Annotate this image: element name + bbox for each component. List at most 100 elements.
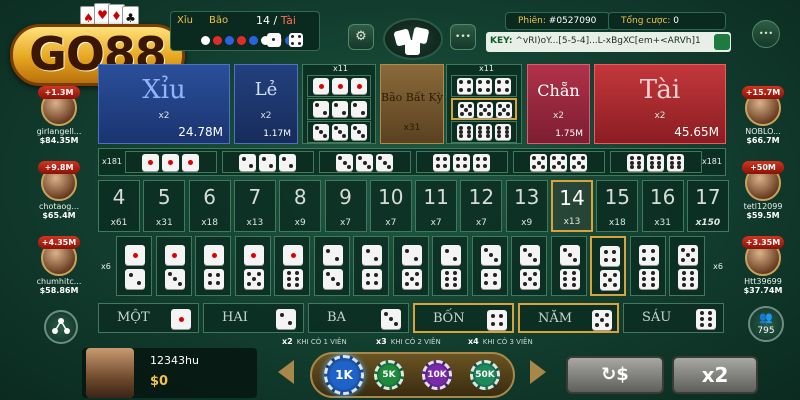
die-face-2 [332,101,348,117]
copy-key-icon[interactable] [714,34,730,50]
bet-specific-triple-6[interactable] [610,151,702,173]
user-avatar[interactable] [86,348,134,398]
bet-triple-4[interactable] [451,75,517,97]
bet-sum-10[interactable]: 10 x7 [369,180,412,232]
bet-single-label: BA [327,310,346,325]
bet-le[interactable]: Lẻ x2 1.17M [234,64,298,144]
die-face-4 [457,78,473,94]
bet-pair-2-5[interactable] [392,236,429,296]
chip-prev-arrow-icon[interactable] [278,360,294,384]
bet-sum-4[interactable]: 4 x61 [98,180,140,232]
bet-specific-triple-2[interactable] [222,151,314,173]
history-panel[interactable]: Xỉu Bão 14 / Tài [170,11,320,51]
chip-10K[interactable]: 10K [422,360,452,390]
bet-triple-1[interactable] [307,75,371,97]
bet-chan[interactable]: Chẵn x2 1.75M [527,64,590,144]
bet-sum-17[interactable]: 17 x150 [686,180,729,232]
bet-le-name: Lẻ [254,79,278,100]
bet-pair-1-6[interactable] [274,236,310,296]
chip-next-arrow-icon[interactable] [530,360,546,384]
die-face-6 [283,269,303,289]
bet-pair-4-6[interactable] [629,236,666,296]
double-bet-button[interactable]: x2 [672,356,758,394]
player-seat-right-2[interactable]: +50M tetl12099 $59.5M [738,161,788,225]
chip-1K[interactable]: 1K [324,355,364,395]
rules-icon[interactable]: ⚙ [348,24,374,50]
bet-single-label: NĂM [538,311,573,326]
bet-xiu-name: Xỉu [142,75,186,105]
bet-sum-9[interactable]: 9 x7 [324,180,367,232]
specific-triple-mult-left: x181 [102,157,123,166]
die-face-6 [696,309,716,329]
player-seat-left-1[interactable]: +1.3M girlangell... $84.35M [34,86,84,150]
user-panel[interactable]: 12343hu $0 [82,348,257,398]
bet-sum-13[interactable]: 13 x9 [505,180,548,232]
bet-pair-3-4[interactable] [471,236,508,296]
bet-specific-triple-4[interactable] [416,151,508,173]
bet-sum-16[interactable]: 16 x31 [641,180,684,232]
player-seat-right-3[interactable]: +3.35M Htt39699 $37.74M [738,236,788,300]
bet-pair-1-5[interactable] [234,236,271,296]
bet-specific-triple-1[interactable] [125,151,217,173]
bet-sum-14[interactable]: 14 x13 [551,180,593,232]
die-face-2 [401,245,422,265]
online-users-button[interactable]: 👥 795 [748,306,784,342]
key-field[interactable]: KEY: ^vRI)oY...[5-5-4]...L-xBgXC[em+<ARV… [486,32,731,52]
bet-xiu[interactable]: Xỉu x2 24.78M [98,64,230,144]
total-bet-value: 0 [673,16,680,26]
bet-pair-3-5[interactable] [511,236,547,296]
bet-pair-3-6[interactable] [550,236,587,296]
bet-sum-6[interactable]: 6 x18 [188,180,231,232]
bet-sum-7[interactable]: 7 x13 [233,180,276,232]
bet-sum-15[interactable]: 15 x18 [596,180,639,232]
top-bar: Xỉu Bão 14 / Tài ⚙ ••• Phiên: #0527090 T… [170,6,785,60]
bet-specific-triple-3[interactable] [319,151,411,173]
bet-any-triple[interactable]: Bão Bất Kỳ x31 [380,64,444,144]
die-face-4 [204,269,224,289]
key-value: ^vRI)oY...[5-5-4]...L-xBgXC[em+<ARVh]1 [515,36,701,46]
bet-pair-5-6[interactable] [669,236,705,296]
die-face-1 [125,245,145,265]
bet-single-2[interactable]: HAI [203,303,304,333]
bet-triple-6[interactable] [451,121,517,143]
rebet-button[interactable]: ↻$ [566,356,664,394]
bet-pair-4-5[interactable] [590,236,626,296]
bet-sum-5[interactable]: 5 x31 [143,180,186,232]
player-seat-left-3[interactable]: +4.35M chumhitc... $58.86M [34,236,84,300]
bet-tai[interactable]: Tài x2 45.65M [594,64,726,144]
chip-5K[interactable]: 5K [374,360,404,390]
bet-single-1[interactable]: MỘT [98,303,199,333]
bet-sum-11[interactable]: 11 x7 [415,180,458,232]
bet-pair-2-4[interactable] [353,236,389,296]
die-face-2 [322,245,343,265]
bet-single-4[interactable]: BỐN [413,303,514,333]
bet-triple-5[interactable] [451,98,517,120]
bet-pair-2-3[interactable] [313,236,350,296]
bet-single-6[interactable]: SÁU [623,303,724,333]
die-face-6 [667,154,684,171]
bet-sum-8[interactable]: 8 x9 [279,180,322,232]
player-seat-right-1[interactable]: +15.7M NOBLO... $66.7M [738,86,788,150]
bet-specific-triple-5[interactable] [513,151,605,173]
bet-pair-1-3[interactable] [155,236,192,296]
player-seat-left-2[interactable]: +9.8M chotaog... $65.4M [34,161,84,225]
chip-50K[interactable]: 50K [470,360,500,390]
die-face-6 [495,124,511,140]
bet-pair-1-2[interactable] [116,236,152,296]
bet-pair-2-6[interactable] [432,236,468,296]
chat-icon[interactable]: ••• [752,20,780,48]
network-icon[interactable] [44,310,78,344]
menu-icon[interactable]: ••• [450,24,476,50]
bet-triple-3[interactable] [307,121,371,143]
bet-sum-number: 16 [649,185,676,209]
bet-xiu-mult: x2 [158,111,170,121]
bet-pair-1-4[interactable] [195,236,231,296]
bet-triple-2[interactable] [307,98,371,120]
player-balance: $84.35M [39,136,79,145]
bet-sum-mult: x31 [654,218,671,228]
die-face-6 [647,154,664,171]
bet-single-3[interactable]: BA [308,303,409,333]
bet-sum-12[interactable]: 12 x7 [460,180,503,232]
die-face-4 [476,78,492,94]
bet-single-5[interactable]: NĂM [518,303,619,333]
